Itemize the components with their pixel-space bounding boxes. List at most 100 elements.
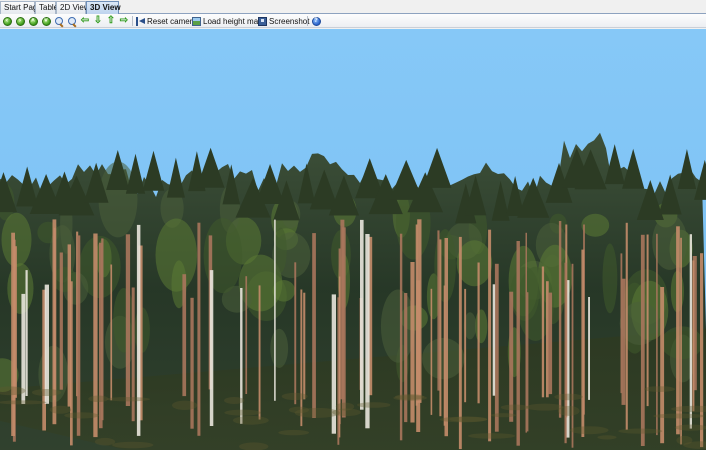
navigate-left-icon: ‹ [2,16,12,26]
birch-trunk [689,234,692,429]
pine-trunk [541,266,545,398]
ground-shadow [467,433,516,439]
pine-trunk [93,233,98,438]
birch-trunk [492,284,496,396]
birch-trunk [209,270,214,426]
ground-shadow [49,405,72,414]
pine-trunk [437,230,440,391]
pine-trunk [312,233,316,418]
forest-scene [0,29,706,450]
pine-trunk [439,239,442,417]
foliage-patch [270,328,289,368]
ground-shadow [526,403,564,411]
navigate-right-button[interactable]: › [15,16,25,26]
help-icon: ? [311,16,321,26]
pine-trunk [404,293,408,423]
screenshot-icon [258,17,267,26]
tab-2d-view[interactable]: 2D View [56,1,90,14]
pine-trunk [509,291,514,422]
ground-shadow [64,412,99,419]
birch-trunk [21,293,26,404]
ground-shadow [0,400,47,405]
pine-trunk [300,289,303,427]
reset-camera-icon [136,17,145,26]
pine-trunk [59,252,63,390]
ground-shadow [449,416,488,422]
foliage-patch [155,218,198,292]
foliage-patch [274,227,287,273]
height-map-icon [192,17,201,26]
navigate-up-icon: ˄ [28,16,38,26]
pine-trunk [548,292,553,395]
birch-trunk [25,270,28,396]
ground-shadow [232,415,269,425]
reset-camera-button[interactable]: Reset camera [136,16,197,27]
navigate-down-button[interactable]: ˅ [41,16,51,26]
tab-start-page[interactable]: Start Page [0,1,42,14]
pine-trunk [640,234,645,446]
foliage-patch [456,240,493,287]
foliage-patch [96,239,112,278]
pine-trunk [101,238,104,421]
navigate-left-button[interactable]: ‹ [2,16,12,26]
birch-trunk [360,219,364,410]
pine-trunk [294,262,297,405]
pine-trunk [621,278,626,405]
pine-trunk [67,244,71,407]
ground-shadow [224,397,245,404]
help-button[interactable]: ? [311,16,321,26]
foliage-patch [272,280,296,302]
ground-shadow [31,389,62,396]
tab-3d-view[interactable]: 3D View [86,1,121,15]
pine-trunk [182,274,187,397]
pan-left-button[interactable]: ⇦ [80,16,90,26]
pine-trunk [516,241,520,446]
pan-right-button[interactable]: ⇨ [119,16,129,26]
birch-trunk [588,297,590,400]
pine-trunk [700,253,704,448]
pine-trunk [676,226,680,435]
toolbar: ‹ › ˄ ˅ ⇦ ⇩ ⇧ ⇨ Reset camera Load height… [0,14,706,28]
toolbar-separator [132,16,133,26]
birch-trunk [365,234,370,429]
pine-trunk [558,221,562,418]
pan-down-button[interactable]: ⇩ [93,16,103,26]
load-height-map-button[interactable]: Load height map [192,16,263,27]
pine-trunk [564,262,567,444]
pine-trunk [488,229,492,442]
pine-trunk [444,238,448,437]
foliage-patch [475,309,488,344]
pine-trunk [464,288,467,403]
pine-trunk [110,264,113,401]
pine-trunk [125,234,131,406]
toolbar-separator [307,16,308,26]
ground-shadow [490,413,517,418]
pine-trunk [341,227,346,418]
pine-trunk [526,292,529,432]
pine-trunk [656,233,658,436]
pine-trunk [494,263,499,432]
pine-trunk [646,234,649,407]
ground-shadow [618,428,663,434]
zoom-in-button[interactable] [54,16,64,26]
birch-trunk [136,224,141,436]
birch-trunk [44,284,49,404]
pine-trunk [692,260,695,412]
ground-shadow [172,400,198,410]
forest [0,132,706,450]
ground-shadow [112,441,154,449]
zoom-out-button[interactable] [67,16,77,26]
ground-shadow [356,402,391,408]
pan-up-button[interactable]: ⇧ [106,16,116,26]
pan-left-icon: ⇦ [80,15,90,26]
pine-trunk [430,288,433,415]
ground-shadow [281,392,308,400]
foliage-patch [581,213,610,237]
screenshot-button[interactable]: Screenshot [258,16,309,27]
reset-camera-label: Reset camera [147,17,197,26]
navigate-up-button[interactable]: ˄ [28,16,38,26]
3d-viewport[interactable] [0,29,706,450]
pine-trunk [571,263,574,448]
pine-trunk [525,232,527,433]
tab-table[interactable]: Table [35,1,58,14]
